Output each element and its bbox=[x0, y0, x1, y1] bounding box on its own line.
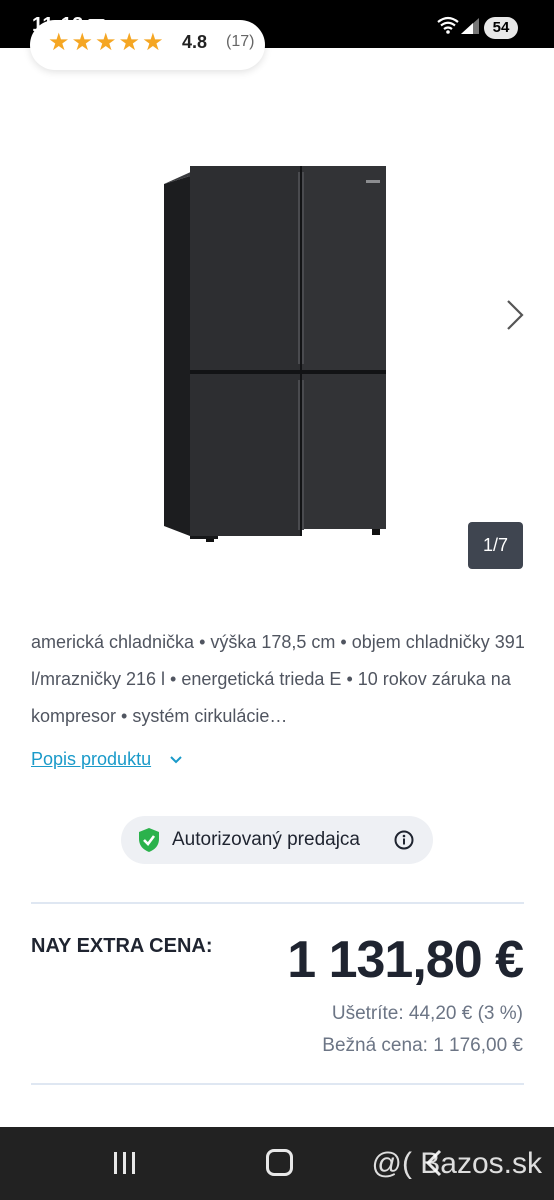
system-navigation-bar: @( Bazos.sk bbox=[0, 1127, 554, 1200]
divider bbox=[31, 902, 524, 904]
wifi-icon bbox=[437, 16, 459, 34]
authorized-seller-badge[interactable]: Autorizovaný predajca bbox=[121, 816, 433, 864]
divider bbox=[31, 1083, 524, 1085]
recent-apps-icon[interactable] bbox=[112, 1151, 138, 1175]
image-counter: 1/7 bbox=[468, 522, 523, 569]
price-savings: Ušetríte: 44,20 € (3 %) bbox=[331, 1003, 523, 1024]
price-label: NAY EXTRA CENA: bbox=[31, 935, 213, 957]
battery-indicator: 54 bbox=[484, 17, 518, 39]
rating-stars: ★★★★★ bbox=[48, 29, 166, 56]
rating-value: 4.8 bbox=[182, 32, 208, 52]
price-regular: Bežná cena: 1 176,00 € bbox=[322, 1035, 523, 1056]
product-description-link[interactable]: Popis produktu bbox=[31, 749, 151, 770]
product-short-description: americká chladnička • výška 178,5 cm • o… bbox=[31, 632, 525, 726]
chevron-right-icon[interactable] bbox=[500, 295, 528, 335]
product-image bbox=[164, 166, 386, 542]
watermark: @( Bazos.sk bbox=[371, 1147, 543, 1180]
authorized-seller-label: Autorizovaný predajca bbox=[172, 829, 360, 850]
chevron-down-icon[interactable] bbox=[169, 755, 183, 765]
home-icon[interactable] bbox=[266, 1149, 293, 1176]
price-value: 1 131,80 € bbox=[287, 931, 524, 989]
rating-count: (17) bbox=[226, 33, 255, 50]
product-gallery[interactable]: 1/7 bbox=[0, 110, 554, 590]
shield-check-icon bbox=[139, 828, 159, 852]
signal-icon bbox=[461, 18, 479, 34]
info-icon[interactable] bbox=[394, 830, 414, 850]
rating-pill[interactable]: ★★★★★ 4.8 (17) bbox=[30, 20, 265, 70]
